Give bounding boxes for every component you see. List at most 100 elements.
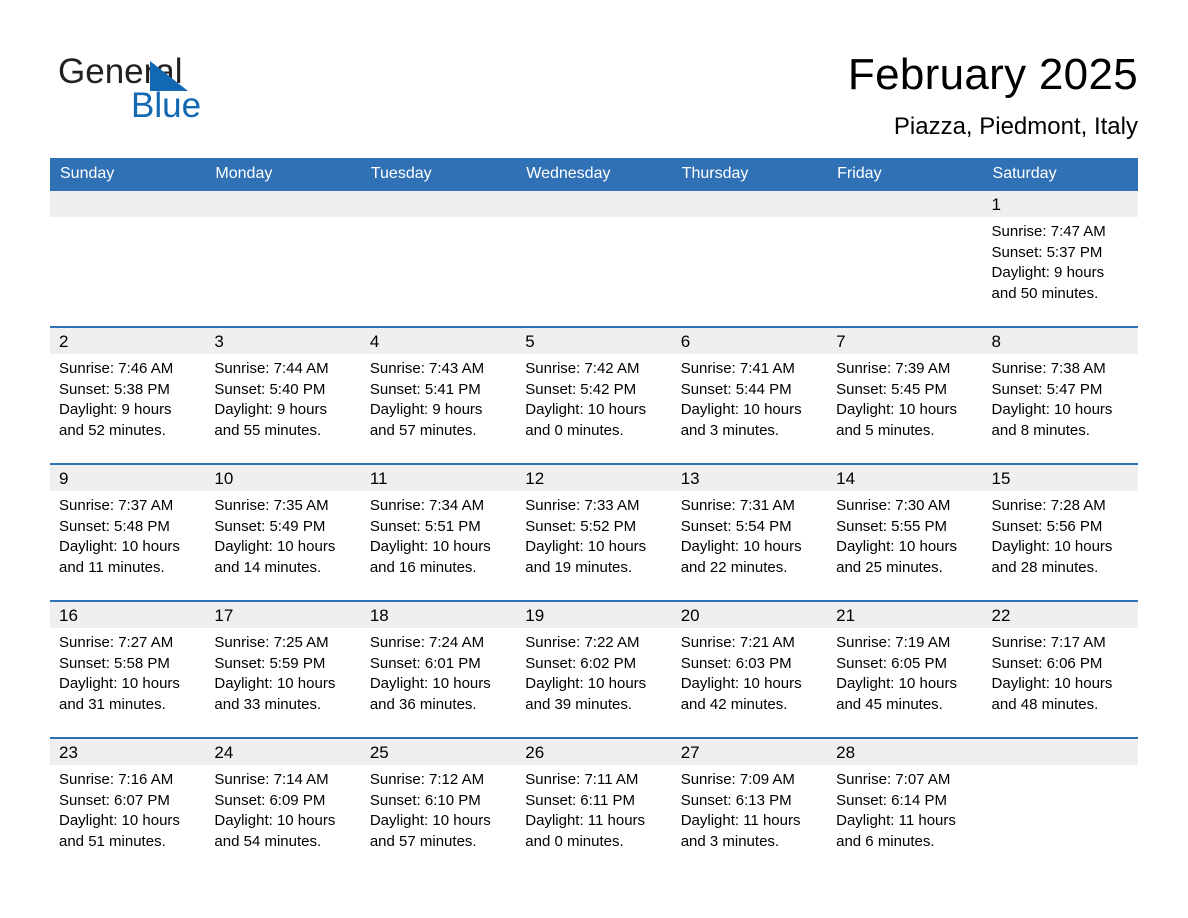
day-number: 19 [516, 602, 672, 628]
daylight-text-line2: and 57 minutes. [369, 832, 477, 850]
daylight-text-line2: and 31 minutes. [59, 695, 166, 713]
daylight-text-line2: and 50 minutes. [991, 284, 1099, 302]
sunrise-text: Sunrise: 7:07 AM [836, 771, 951, 788]
sunset-text: Sunset: 5:37 PM [991, 243, 1103, 261]
day-cell-inner: 10 Sunrise: 7:35 AM Sunset: 5:49 PM Dayligh… [205, 465, 361, 600]
daylight-text-line1: Daylight: 10 hours [836, 401, 958, 418]
calendar-day-cell[interactable]: 18 Sunrise: 7:24 AM Sunset: 6:01 PM Dayligh… [360, 600, 517, 738]
day-number: 18 [360, 602, 517, 628]
calendar-week-row: 9 Sunrise: 7:37 AM Sunset: 5:48 PM Daylight… [50, 463, 1138, 601]
day-number: 28 [827, 739, 983, 765]
sunrise-text: Sunrise: 7:44 AM [214, 360, 329, 377]
calendar-day-cell[interactable]: 27 Sunrise: 7:09 AM Sunset: 6:13 PM Dayligh… [671, 737, 828, 874]
calendar-day-cell[interactable]: 20 Sunrise: 7:21 AM Sunset: 6:03 PM Dayligh… [671, 600, 828, 738]
sunset-text: Sunset: 6:14 PM [836, 791, 948, 809]
sunset-text: Sunset: 5:52 PM [525, 517, 637, 535]
daylight-text-line1: Daylight: 11 hours [680, 812, 801, 829]
calendar-day-cell[interactable]: 1 Sunrise: 7:47 AM Sunset: 5:37 PM Daylight… [982, 191, 1138, 327]
sunset-text: Sunset: 5:45 PM [836, 380, 948, 398]
daylight-text-line2: and 52 minutes. [59, 421, 166, 439]
sunrise-text: Sunrise: 7:33 AM [525, 497, 640, 514]
sunset-text: Sunset: 6:07 PM [59, 791, 170, 809]
calendar-day-cell[interactable]: 15 Sunrise: 7:28 AM Sunset: 5:56 PM Dayligh… [982, 463, 1138, 601]
sunrise-text: Sunrise: 7:22 AM [525, 634, 640, 651]
day-number: 9 [50, 465, 206, 491]
day-number: 5 [516, 328, 672, 354]
daylight-text-line2: and 36 minutes. [369, 695, 477, 713]
day-number [360, 191, 517, 217]
calendar-day-cell[interactable]: 6 Sunrise: 7:41 AM Sunset: 5:44 PM Daylight… [671, 326, 828, 464]
sunset-text: Sunset: 6:09 PM [214, 791, 326, 809]
sunrise-text: Sunrise: 7:35 AM [214, 497, 329, 514]
day-details: Sunrise: 7:09 AM Sunset: 6:13 PM Daylight:… [672, 765, 827, 852]
day-details: Sunrise: 7:33 AM Sunset: 5:52 PM Daylight:… [516, 491, 671, 578]
day-details: Sunrise: 7:24 AM Sunset: 6:01 PM Daylight:… [361, 628, 516, 715]
calendar-day-cell[interactable]: 7 Sunrise: 7:39 AM Sunset: 5:45 PM Daylight… [827, 326, 983, 464]
day-cell-inner [671, 191, 828, 326]
sunset-text: Sunset: 5:44 PM [680, 380, 792, 398]
daylight-text-line1: Daylight: 10 hours [836, 675, 958, 692]
calendar-day-cell[interactable]: 22 Sunrise: 7:17 AM Sunset: 6:06 PM Dayligh… [982, 600, 1138, 738]
sunrise-text: Sunrise: 7:41 AM [680, 360, 795, 377]
calendar-day-cell[interactable]: 4 Sunrise: 7:43 AM Sunset: 5:41 PM Daylight… [360, 326, 517, 464]
daylight-text-line2: and 16 minutes. [369, 558, 477, 576]
calendar-day-cell[interactable]: 17 Sunrise: 7:25 AM Sunset: 5:59 PM Dayligh… [205, 600, 361, 738]
calendar-week-row: 1 Sunrise: 7:47 AM Sunset: 5:37 PM Daylight… [50, 191, 1138, 327]
daylight-text-line1: Daylight: 10 hours [59, 812, 180, 829]
weekday-header-tuesday: Tuesday [360, 158, 517, 191]
day-cell-inner: 27 Sunrise: 7:09 AM Sunset: 6:13 PM Dayligh… [671, 739, 828, 874]
calendar-day-cell[interactable]: 14 Sunrise: 7:30 AM Sunset: 5:55 PM Dayligh… [827, 463, 983, 601]
calendar-day-cell[interactable]: 26 Sunrise: 7:11 AM Sunset: 6:11 PM Dayligh… [516, 737, 672, 874]
sunset-text: Sunset: 5:58 PM [59, 654, 170, 672]
calendar-day-cell[interactable]: 11 Sunrise: 7:34 AM Sunset: 5:51 PM Dayligh… [360, 463, 517, 601]
calendar-day-cell[interactable]: 24 Sunrise: 7:14 AM Sunset: 6:09 PM Dayligh… [205, 737, 361, 874]
day-details: Sunrise: 7:31 AM Sunset: 5:54 PM Daylight:… [672, 491, 827, 578]
daylight-text-line1: Daylight: 10 hours [991, 538, 1113, 555]
calendar-day-cell[interactable]: 3 Sunrise: 7:44 AM Sunset: 5:40 PM Daylight… [205, 326, 361, 464]
calendar-day-cell[interactable]: 12 Sunrise: 7:33 AM Sunset: 5:52 PM Dayligh… [516, 463, 672, 601]
calendar-day-cell[interactable]: 25 Sunrise: 7:12 AM Sunset: 6:10 PM Dayligh… [360, 737, 517, 874]
day-number: 10 [205, 465, 361, 491]
calendar-day-cell[interactable]: 9 Sunrise: 7:37 AM Sunset: 5:48 PM Daylight… [50, 463, 206, 601]
sunrise-text: Sunrise: 7:30 AM [836, 497, 951, 514]
day-number: 26 [516, 739, 672, 765]
sunset-text: Sunset: 5:38 PM [59, 380, 170, 398]
calendar-day-cell[interactable]: 2 Sunrise: 7:46 AM Sunset: 5:38 PM Daylight… [50, 326, 206, 464]
day-details: Sunrise: 7:16 AM Sunset: 6:07 PM Daylight:… [50, 765, 205, 852]
day-cell-inner [360, 191, 517, 326]
day-details: Sunrise: 7:22 AM Sunset: 6:02 PM Daylight:… [516, 628, 671, 715]
day-number [516, 191, 672, 217]
day-details: Sunrise: 7:25 AM Sunset: 5:59 PM Daylight:… [205, 628, 360, 715]
day-number: 24 [205, 739, 361, 765]
day-cell-inner: 14 Sunrise: 7:30 AM Sunset: 5:55 PM Dayligh… [827, 465, 983, 600]
calendar-day-cell[interactable]: 21 Sunrise: 7:19 AM Sunset: 6:05 PM Dayligh… [827, 600, 983, 738]
daylight-text-line2: and 33 minutes. [214, 695, 322, 713]
calendar-day-cell[interactable]: 23 Sunrise: 7:16 AM Sunset: 6:07 PM Dayligh… [50, 737, 206, 874]
calendar-day-cell[interactable]: 8 Sunrise: 7:38 AM Sunset: 5:47 PM Daylight… [982, 326, 1138, 464]
daylight-text-line1: Daylight: 10 hours [680, 538, 802, 555]
calendar-day-cell[interactable]: 13 Sunrise: 7:31 AM Sunset: 5:54 PM Dayligh… [671, 463, 828, 601]
sunrise-text: Sunrise: 7:19 AM [836, 634, 951, 651]
calendar-day-cell[interactable]: 5 Sunrise: 7:42 AM Sunset: 5:42 PM Daylight… [516, 326, 672, 464]
daylight-text-line2: and 57 minutes. [369, 421, 477, 439]
day-number: 21 [827, 602, 983, 628]
calendar-day-cell[interactable]: 28 Sunrise: 7:07 AM Sunset: 6:14 PM Dayligh… [827, 737, 983, 874]
day-number: 6 [671, 328, 828, 354]
sunrise-text: Sunrise: 7:14 AM [214, 771, 329, 788]
sunset-text: Sunset: 5:48 PM [59, 517, 170, 535]
sunrise-text: Sunrise: 7:39 AM [836, 360, 951, 377]
sunrise-text: Sunrise: 7:27 AM [59, 634, 174, 651]
day-number: 27 [671, 739, 828, 765]
daylight-text-line2: and 48 minutes. [991, 695, 1099, 713]
sunset-text: Sunset: 6:11 PM [525, 791, 636, 809]
day-number: 25 [360, 739, 517, 765]
day-number: 14 [827, 465, 983, 491]
day-number: 16 [50, 602, 206, 628]
daylight-text-line1: Daylight: 9 hours [369, 401, 483, 418]
calendar-day-cell[interactable]: 10 Sunrise: 7:35 AM Sunset: 5:49 PM Dayligh… [205, 463, 361, 601]
calendar-day-cell[interactable]: 16 Sunrise: 7:27 AM Sunset: 5:58 PM Dayligh… [50, 600, 206, 738]
logo-text-blue: Blue [131, 86, 202, 125]
day-number: 3 [205, 328, 361, 354]
day-details: Sunrise: 7:34 AM Sunset: 5:51 PM Daylight:… [361, 491, 516, 578]
calendar-day-cell[interactable]: 19 Sunrise: 7:22 AM Sunset: 6:02 PM Dayligh… [516, 600, 672, 738]
